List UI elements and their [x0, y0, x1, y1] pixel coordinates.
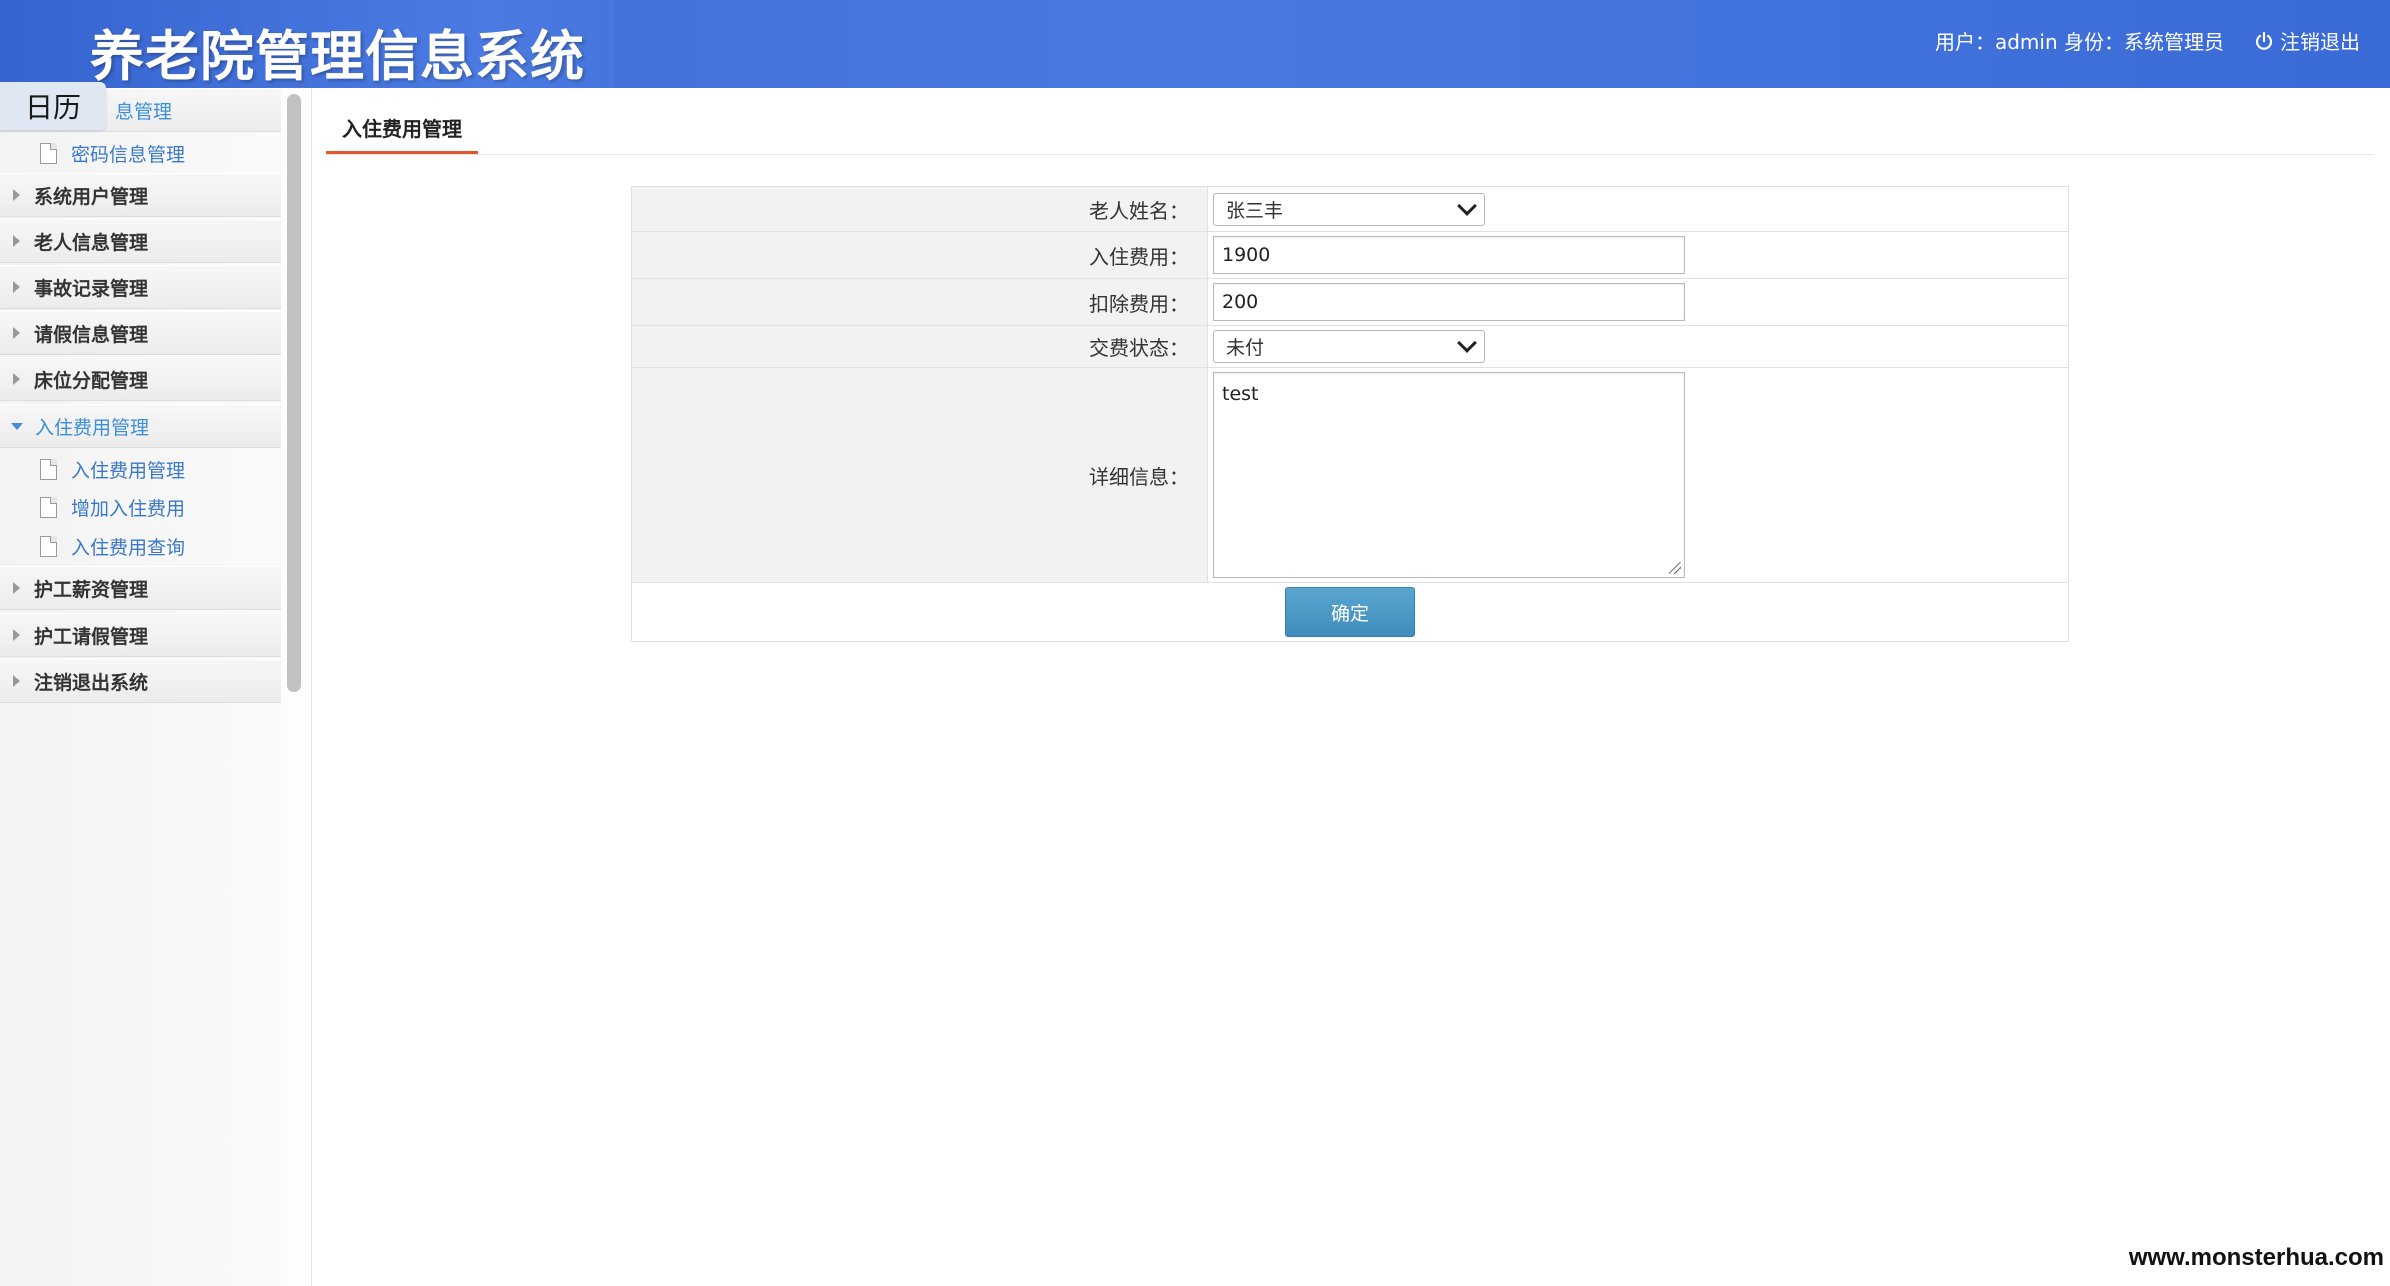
- sidebar-item-fee-manage[interactable]: 入住费用管理: [0, 450, 281, 488]
- sidebar-item-label: 入住费用管理: [71, 459, 186, 482]
- form-field-cell: 张三丰: [1207, 186, 2069, 232]
- sidebar-item-label: 密码信息管理: [71, 143, 186, 166]
- chevron-down-icon: [1457, 195, 1477, 216]
- submit-button[interactable]: 确定: [1285, 587, 1415, 637]
- calendar-badge[interactable]: 日历: [0, 82, 106, 130]
- button-cell: 确定: [631, 582, 2069, 642]
- sidebar-scrollbar[interactable]: [281, 88, 312, 1286]
- sidebar-group-caregiver-leave[interactable]: 护工请假管理: [0, 613, 281, 657]
- form-row: 详细信息： test: [631, 367, 2069, 583]
- sidebar-group-caregiver-salary[interactable]: 护工薪资管理: [0, 566, 281, 610]
- chevron-down-icon: [11, 422, 23, 430]
- chevron-right-icon: [13, 281, 20, 293]
- sidebar-item-fee-add[interactable]: 增加入住费用: [0, 488, 281, 526]
- sidebar-group-fees[interactable]: 入住费用管理: [0, 404, 281, 448]
- sidebar-group-label: 事故记录管理: [34, 277, 149, 300]
- sidebar-item-label: 增加入住费用: [71, 497, 186, 520]
- document-icon: [40, 496, 57, 518]
- details-label: 详细信息：: [631, 367, 1208, 583]
- deduction-input[interactable]: 200: [1213, 283, 1685, 321]
- sidebar-item-password[interactable]: 密码信息管理: [0, 134, 281, 172]
- logout-label: 注销退出: [2280, 30, 2360, 54]
- power-icon: [2254, 31, 2274, 51]
- scrollbar-thumb[interactable]: [287, 94, 301, 692]
- resize-handle-icon[interactable]: [1669, 562, 1681, 574]
- sidebar-group-label: 注销退出系统: [34, 671, 149, 694]
- chevron-right-icon: [13, 327, 20, 339]
- sidebar-group-label: 息管理: [115, 100, 173, 123]
- fee-label: 入住费用：: [631, 231, 1208, 279]
- elder-name-value: 张三丰: [1226, 199, 1284, 222]
- payment-status-value: 未付: [1226, 337, 1265, 359]
- payment-status-select[interactable]: 未付: [1213, 330, 1485, 363]
- fee-input[interactable]: 1900: [1213, 236, 1685, 274]
- form-row: 入住费用： 1900: [631, 231, 2069, 279]
- status-label: 交费状态：: [631, 325, 1208, 368]
- sidebar-group-label: 护工请假管理: [34, 625, 149, 648]
- sidebar-group-system-users[interactable]: 系统用户管理: [0, 173, 281, 217]
- form-row: 老人姓名： 张三丰: [631, 186, 2069, 232]
- form-row: 确定: [631, 582, 2069, 642]
- app-header: 养老院管理信息系统 用户：admin 身份：系统管理员 注销退出: [0, 0, 2390, 88]
- elder-name-label: 老人姓名：: [631, 186, 1208, 232]
- sidebar-group-accidents[interactable]: 事故记录管理: [0, 265, 281, 309]
- sidebar-item-fee-query[interactable]: 入住费用查询: [0, 527, 281, 565]
- watermark: www.monsterhua.com: [2128, 1244, 2384, 1271]
- chevron-right-icon: [13, 373, 20, 385]
- form-field-cell: 200: [1207, 278, 2069, 326]
- logout-link[interactable]: 注销退出: [2254, 26, 2360, 55]
- document-icon: [40, 142, 57, 164]
- chevron-right-icon: [13, 235, 20, 247]
- deduction-label: 扣除费用：: [631, 278, 1208, 326]
- sidebar-group-label: 床位分配管理: [34, 369, 149, 392]
- chevron-down-icon: [1457, 333, 1477, 353]
- sidebar-group-beds[interactable]: 床位分配管理: [0, 357, 281, 401]
- app-title: 养老院管理信息系统: [90, 25, 585, 88]
- chevron-right-icon: [13, 675, 20, 687]
- form-field-cell: test: [1207, 367, 2069, 583]
- document-icon: [40, 458, 57, 480]
- chevron-right-icon: [13, 582, 20, 594]
- sidebar-group-leave[interactable]: 请假信息管理: [0, 311, 281, 355]
- form-row: 交费状态： 未付: [631, 325, 2069, 368]
- form-field-cell: 1900: [1207, 231, 2069, 279]
- fee-form: 老人姓名： 张三丰 入住费用： 1900 扣除费用： 200 交费状态： 未付 …: [631, 186, 2069, 642]
- sidebar-group-label: 护工薪资管理: [34, 578, 149, 601]
- details-textarea[interactable]: test: [1213, 372, 1685, 578]
- tab-fee-management[interactable]: 入住费用管理: [326, 104, 478, 154]
- document-icon: [40, 535, 57, 557]
- sidebar-group-label: 老人信息管理: [34, 231, 149, 254]
- sidebar-group-logout[interactable]: 注销退出系统: [0, 659, 281, 703]
- chevron-right-icon: [13, 629, 20, 641]
- form-row: 扣除费用： 200: [631, 278, 2069, 326]
- form-field-cell: 未付: [1207, 325, 2069, 368]
- user-info: 用户：admin 身份：系统管理员: [1934, 30, 2224, 54]
- sidebar-group-label: 系统用户管理: [34, 185, 149, 208]
- elder-name-select[interactable]: 张三丰: [1213, 192, 1485, 226]
- chevron-right-icon: [13, 189, 20, 201]
- sidebar-group-label: 请假信息管理: [34, 323, 149, 346]
- tab-bar: 入住费用管理: [326, 104, 2374, 155]
- sidebar-group-label: 入住费用管理: [35, 416, 150, 439]
- sidebar-item-label: 入住费用查询: [71, 536, 186, 559]
- sidebar-group-elders[interactable]: 老人信息管理: [0, 219, 281, 263]
- details-value: test: [1222, 383, 1259, 405]
